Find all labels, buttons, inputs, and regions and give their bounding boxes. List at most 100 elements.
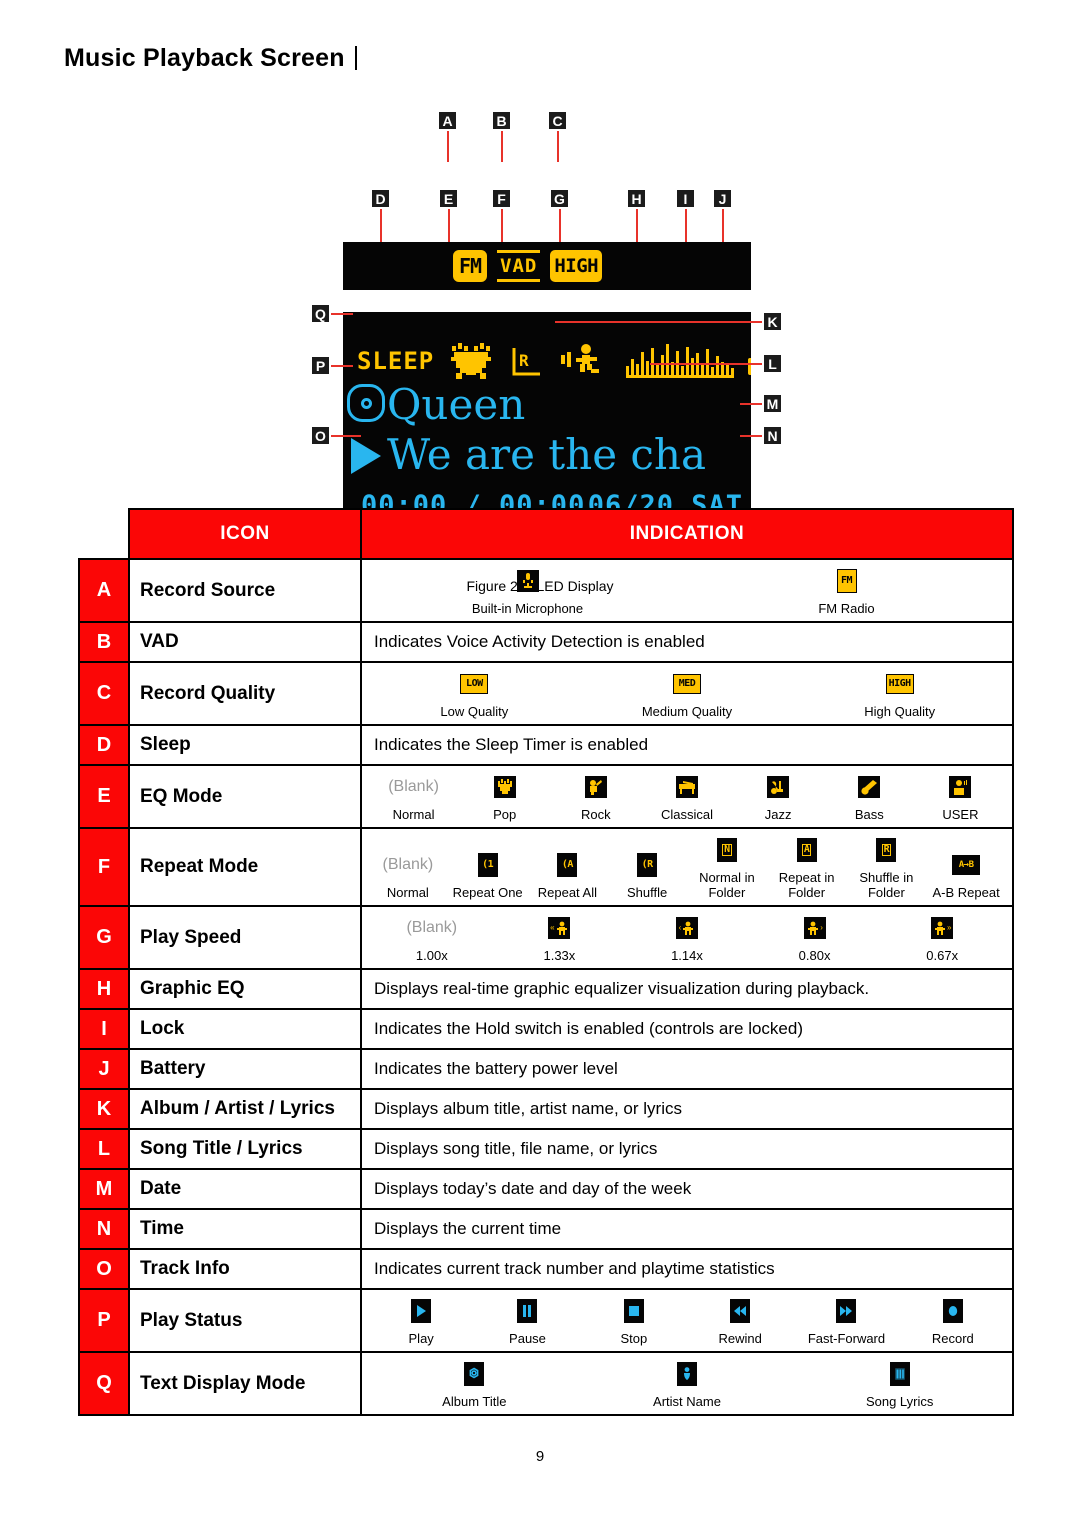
row-letter-b: B: [78, 621, 130, 663]
table-row: A Record Source Built-in Microphone FM FM Ra…: [78, 558, 1014, 623]
callout-c: C: [547, 110, 568, 131]
row-letter-e: E: [78, 764, 130, 829]
row-description-o: Indicates current track number and playt…: [360, 1248, 1014, 1290]
album-artist-text: Queen: [387, 380, 526, 429]
stop-icon: [623, 1299, 644, 1323]
row-label-h: Graphic EQ: [128, 968, 362, 1010]
row-description-i: Indicates the Hold switch is enabled (co…: [360, 1008, 1014, 1050]
album-title-icon: [464, 1362, 485, 1386]
row-variants-a: Built-in Microphone FM FM Radio: [360, 558, 1014, 623]
row-letter-k: K: [78, 1088, 130, 1130]
row-label-k: Album / Artist / Lyrics: [128, 1088, 362, 1130]
blank-placeholder: (Blank): [382, 856, 434, 873]
row-description-l: Displays song title, file name, or lyric…: [360, 1128, 1014, 1170]
variant-item: Album Title: [368, 1359, 581, 1409]
row-label-j: Battery: [128, 1048, 362, 1090]
row-description-j: Indicates the battery power level: [360, 1048, 1014, 1090]
row-label-o: Track Info: [128, 1248, 362, 1290]
row-label-b: VAD: [128, 621, 362, 663]
eq-jazz-icon: [767, 776, 790, 798]
variant-icon-wrap: R: [847, 835, 927, 865]
variant-label: Fast-Forward: [807, 1331, 886, 1346]
row-description-h: Displays real-time graphic equalizer vis…: [360, 968, 1014, 1010]
repeat-one-icon: (1: [477, 853, 498, 877]
callout-p: P: [310, 355, 331, 376]
leader-n: [740, 435, 762, 437]
variant-icon-wrap: [824, 772, 915, 802]
callout-b: B: [491, 110, 512, 131]
variant-label: Bass: [854, 807, 884, 822]
row-variants-q: Album Title Artist Name Song Lyrics: [360, 1351, 1014, 1416]
header-icon: ICON: [128, 508, 362, 560]
variant-label: Normal in Folder: [699, 870, 755, 900]
variant-label: Repeat in Folder: [778, 870, 835, 900]
icon-indication-table: ICON INDICATION A Record Source Built-in M…: [78, 508, 1014, 1416]
variant-item: Rewind: [687, 1296, 793, 1346]
leader-f: [501, 209, 503, 242]
microphone-icon: [516, 570, 539, 592]
variant-label: Song Lyrics: [865, 1394, 934, 1409]
variant-item: » 0.67x: [878, 913, 1006, 963]
pause-icon: [517, 1299, 538, 1323]
high-quality-icon: HIGH: [550, 250, 603, 282]
leader-p: [331, 365, 353, 367]
table-row: J Battery Indicates the battery power leve…: [78, 1048, 1014, 1090]
variant-label: Repeat All: [537, 885, 597, 900]
play-status-icon: [351, 438, 381, 474]
variant-item: Rock: [550, 772, 641, 822]
row-letter-i: I: [78, 1008, 130, 1050]
repeat-all-icon: (A: [557, 853, 578, 877]
table-row: L Song Title / Lyrics Displays song title,…: [78, 1128, 1014, 1170]
shuffle-icon: (R: [637, 853, 658, 877]
variant-list: (Blank) Normal Pop Rock Classical Jazz Bass USE…: [368, 772, 1006, 822]
variant-label: Low Quality: [440, 704, 509, 719]
variant-item: LOW Low Quality: [368, 669, 581, 719]
row-label-c: Record Quality: [128, 661, 362, 726]
variant-item: Record: [900, 1296, 1006, 1346]
variant-label: USER: [942, 807, 979, 822]
leader-i: [685, 209, 687, 242]
variant-icon-wrap: [474, 1296, 580, 1326]
variant-label: FM Radio: [818, 601, 875, 616]
variant-item: MED Medium Quality: [581, 669, 794, 719]
leader-m: [740, 403, 762, 405]
row-letter-j: J: [78, 1048, 130, 1090]
variant-label: 1.00x: [415, 948, 448, 963]
variant-icon-wrap: [641, 772, 732, 802]
variant-icon-wrap: (1: [448, 850, 528, 880]
row-letter-c: C: [78, 661, 130, 726]
row-label-a: Record Source: [128, 558, 362, 623]
callout-e: E: [438, 188, 459, 209]
variant-icon-wrap: LOW: [368, 669, 581, 699]
variant-list: (Blank) Normal (1 Repeat One (A Repeat All (R S…: [368, 835, 1006, 900]
play-speed-slow-icon: [560, 342, 612, 380]
leader-a: [447, 131, 449, 162]
variant-icon-wrap: FM: [687, 566, 1006, 596]
low-quality-icon: LOW: [460, 674, 489, 694]
title-caret: [354, 46, 357, 70]
variant-item: › 0.80x: [751, 913, 879, 963]
variant-icon-wrap: [368, 1359, 581, 1389]
repeat-folder-icon: R: [510, 344, 544, 378]
callout-h: H: [626, 188, 647, 209]
variant-label: Pop: [493, 807, 517, 822]
variant-list: (Blank) 1.00x « 1.33x ‹ 1.14x › 0.80x » 0.67x: [368, 913, 1006, 963]
variant-item: (A Repeat All: [528, 850, 608, 900]
variant-label: 0.67x: [926, 948, 959, 963]
row-label-n: Time: [128, 1208, 362, 1250]
variant-label: Normal: [392, 807, 435, 822]
row-description-b: Indicates Voice Activity Detection is en…: [360, 621, 1014, 663]
leader-l: [650, 363, 762, 365]
svg-text:R: R: [519, 351, 529, 370]
table-body: A Record Source Built-in Microphone FM FM Ra…: [78, 558, 1014, 1416]
variant-icon-wrap: HIGH: [793, 669, 1006, 699]
variant-icon-wrap: [733, 772, 824, 802]
vad-icon: VAD: [497, 250, 541, 282]
callout-i: I: [675, 188, 696, 209]
speed-080-icon: ›: [803, 917, 826, 939]
row-letter-q: Q: [78, 1351, 130, 1416]
callout-m: M: [762, 393, 783, 414]
row-label-g: Play Speed: [128, 905, 362, 970]
play-icon: [411, 1299, 432, 1323]
leader-e: [448, 209, 450, 242]
